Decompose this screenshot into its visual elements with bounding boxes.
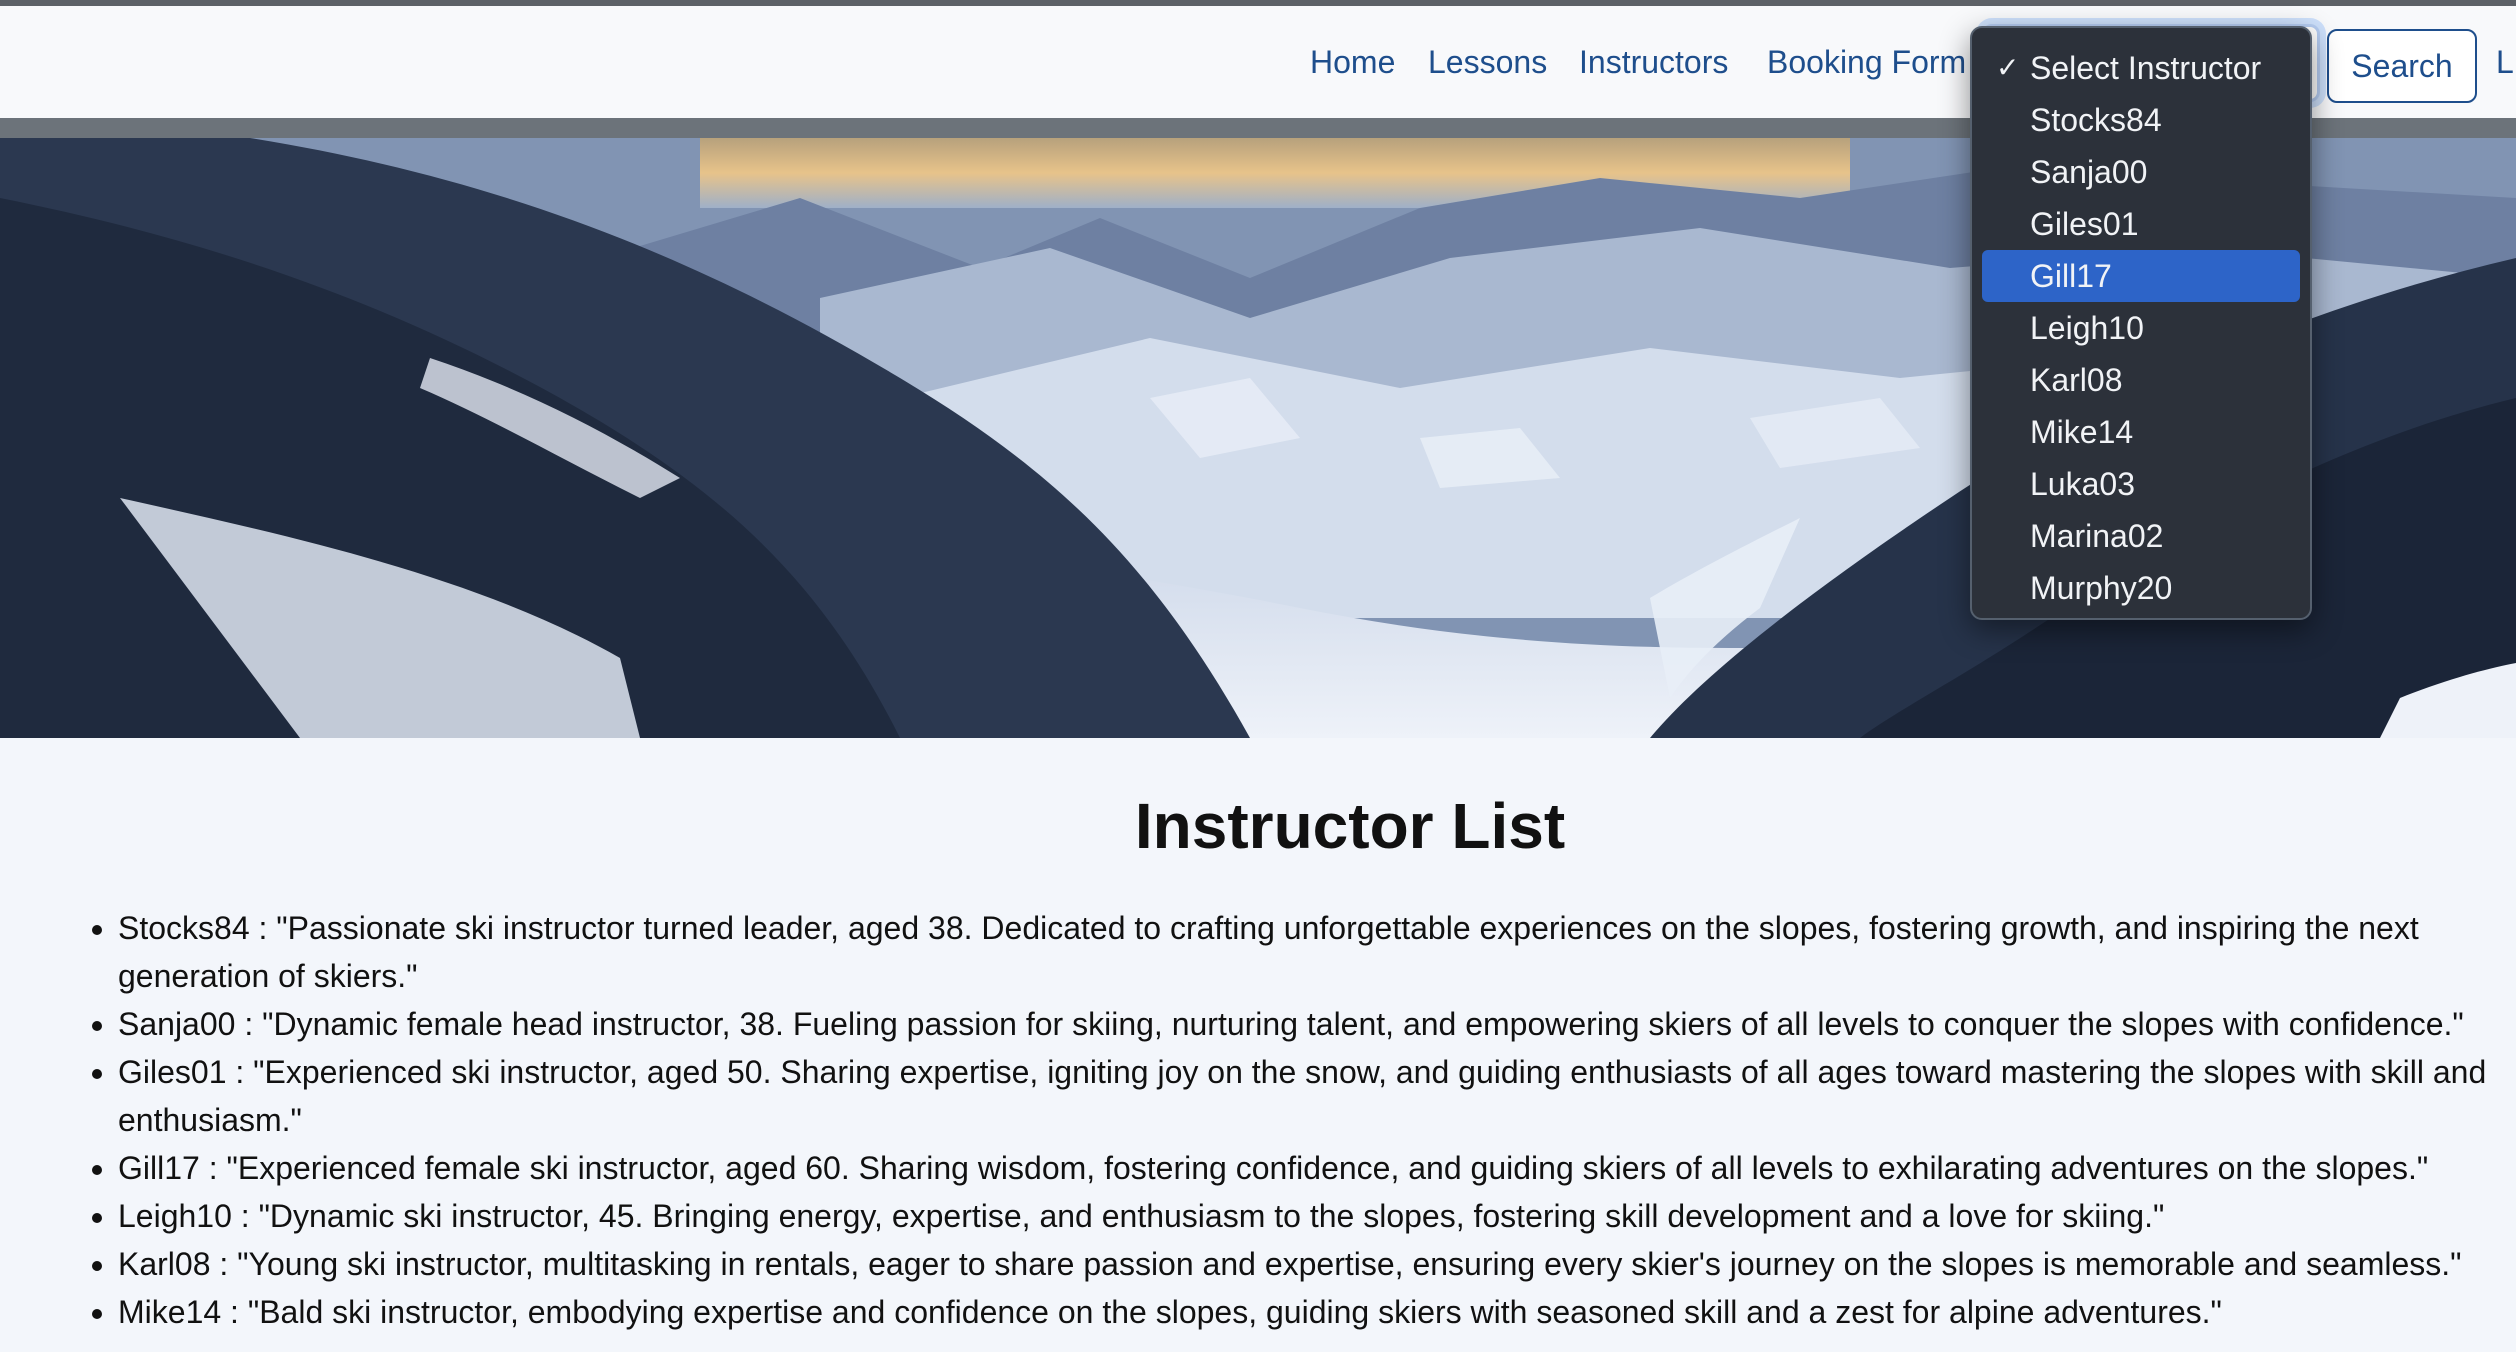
dropdown-option-giles01[interactable]: Giles01 [1982,198,2300,250]
dropdown-option-marina02[interactable]: Marina02 [1982,510,2300,562]
nav-link-lessons[interactable]: Lessons [1428,42,1547,82]
nav-link-truncated[interactable]: L [2496,42,2514,82]
nav-link-booking-form[interactable]: Booking Form [1767,42,1966,82]
instructor-dropdown-menu[interactable]: ✓ Select Instructor Stocks84 Sanja00 Gil… [1970,26,2312,620]
nav-link-instructors[interactable]: Instructors [1579,42,1728,82]
dropdown-option-murphy20[interactable]: Murphy20 [1982,562,2300,614]
dropdown-option-select-instructor[interactable]: ✓ Select Instructor [1982,42,2300,94]
page-title: Instructor List [1134,790,1566,862]
checkmark-icon: ✓ [1996,52,2020,83]
dropdown-option-luka03[interactable]: Luka03 [1982,458,2300,510]
dropdown-option-karl08[interactable]: Karl08 [1982,354,2300,406]
dropdown-option-gill17[interactable]: Gill17 [1982,250,2300,302]
list-item: Leigh10 : "Dynamic ski instructor, 45. B… [118,1192,2516,1240]
list-item: Karl08 : "Young ski instructor, multitas… [118,1240,2516,1288]
list-item: Sanja00 : "Dynamic female head instructo… [118,1000,2516,1048]
dropdown-option-mike14[interactable]: Mike14 [1982,406,2300,458]
search-button[interactable]: Search [2327,29,2477,103]
instructor-list: Stocks84 : "Passionate ski instructor tu… [118,904,2516,1336]
dropdown-option-stocks84[interactable]: Stocks84 [1982,94,2300,146]
dropdown-option-sanja00[interactable]: Sanja00 [1982,146,2300,198]
list-item: Gill17 : "Experienced female ski instruc… [118,1144,2516,1192]
list-item: Stocks84 : "Passionate ski instructor tu… [118,904,2516,1000]
list-item: Giles01 : "Experienced ski instructor, a… [118,1048,2516,1144]
dropdown-option-label: Select Instructor [2030,50,2262,86]
list-item: Mike14 : "Bald ski instructor, embodying… [118,1288,2516,1336]
dropdown-option-leigh10[interactable]: Leigh10 [1982,302,2300,354]
nav-link-home[interactable]: Home [1310,42,1395,82]
